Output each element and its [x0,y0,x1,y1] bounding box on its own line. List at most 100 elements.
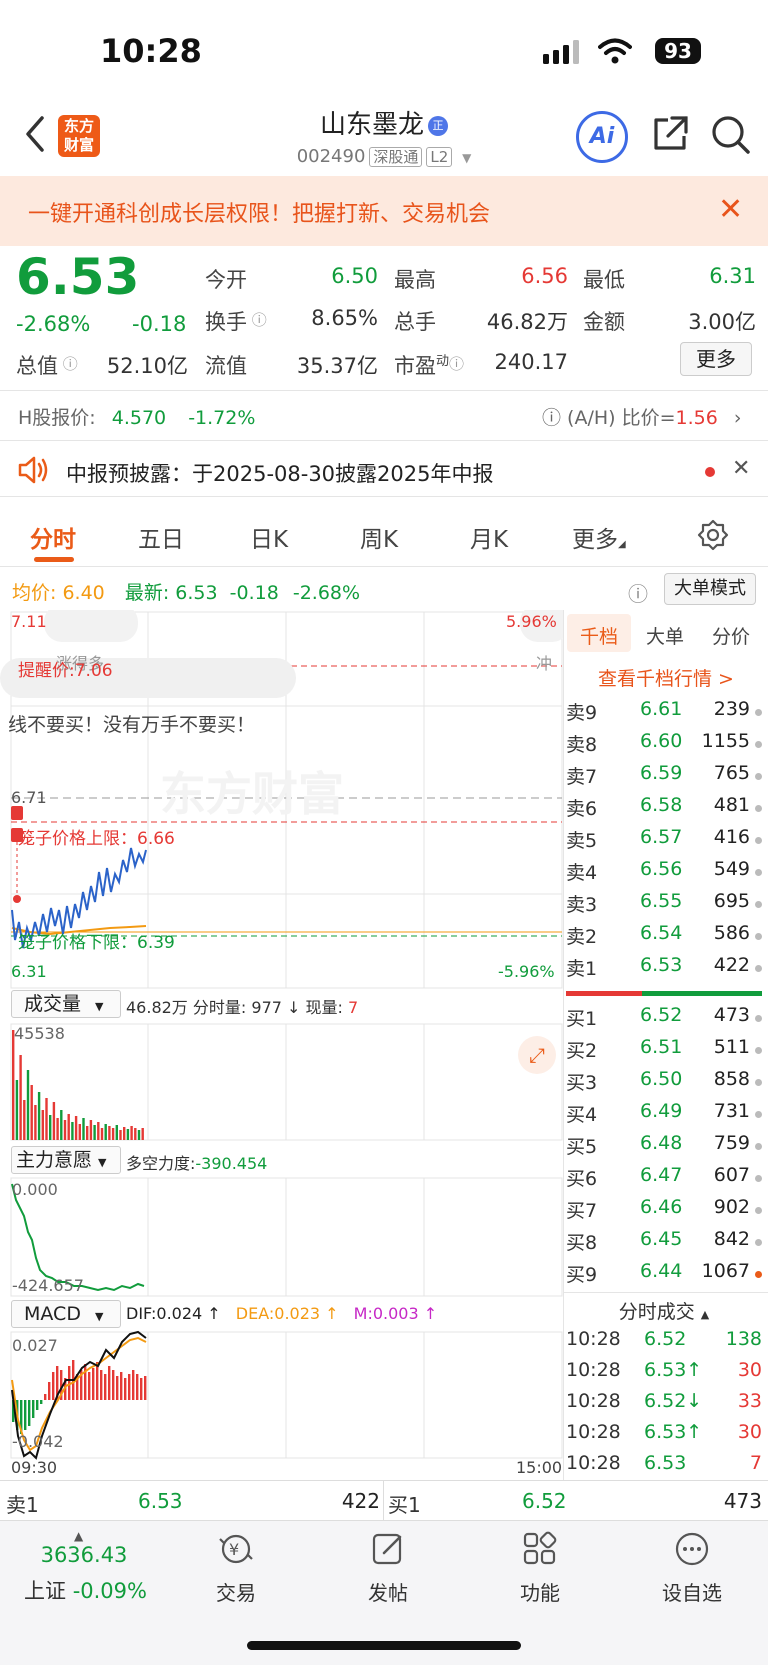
more-quote-button[interactable]: 更多 [680,342,752,376]
bid-row[interactable]: 买8 6.45 842 [566,1228,762,1260]
high-label: 最高 [394,268,436,292]
tab-more[interactable]: 更多◢ [572,520,626,554]
pe-label[interactable]: 市盈动ⓘ [394,350,464,380]
market-cap-value: 52.10亿 [106,354,188,378]
intraday-chart[interactable]: 东方财富 [0,610,564,1480]
tab-five-day[interactable]: 五日 [138,520,184,554]
tab-intraday[interactable]: 分时 [30,520,76,554]
index-summary[interactable]: 上证 -0.09% [24,1575,147,1605]
level-label: 卖7 [566,766,598,788]
banner-close-icon[interactable]: ✕ [718,192,743,227]
level-dot [755,1175,762,1182]
volume-indicator-selector[interactable]: 成交量 ▼ [11,990,121,1018]
ask-row[interactable]: 卖9 6.61 239 [566,698,762,730]
bid-row[interactable]: 买4 6.49 731 [566,1100,762,1132]
level-dot [755,901,762,908]
volume-bar [34,1105,37,1140]
ask-row[interactable]: 卖2 6.54 586 [566,922,762,954]
market-cap-label[interactable]: 总值 ⓘ [16,350,78,380]
trade-icon[interactable]: ¥ [216,1531,256,1567]
current-price: 6.53 [16,248,140,306]
level-qty: 481 [713,794,750,816]
bid-row[interactable]: 买2 6.51 511 [566,1036,762,1068]
mainforce-indicator-selector[interactable]: 主力意愿 ▼ [11,1146,121,1174]
info-icon: ⓘ [247,311,267,329]
volume-bar [137,1130,141,1140]
level-label: 买9 [566,1264,598,1286]
h-share-label: H股报价: [18,407,96,429]
comment-right-text[interactable]: 冲 [536,650,552,674]
low-label: 最低 [583,268,625,292]
h-share-change: -1.72% [188,407,256,429]
nav-add-watchlist[interactable]: 设自选 [637,1577,747,1606]
comment-bubble-left[interactable] [44,610,138,642]
level-dot [755,965,762,972]
tab-big-orders[interactable]: 大单 [646,622,684,649]
intraday-info-row: 均价: 6.40 最新: 6.53 -0.18 -2.68% [12,582,361,604]
notice-unread-dot [705,467,715,477]
macd-indicator-selector[interactable]: MACD ▼ [11,1300,121,1328]
volume-bar [100,1128,104,1140]
search-icon[interactable] [710,114,752,156]
volume-bar [56,1118,59,1140]
tab-price-distribution[interactable]: 分价 [712,622,750,649]
help-icon[interactable]: ⓘ [628,578,648,607]
nav-trade[interactable]: 交易 [181,1577,291,1606]
ask-row[interactable]: 卖8 6.60 1155 [566,730,762,762]
ask-row[interactable]: 卖4 6.56 549 [566,858,762,890]
level-price: 6.60 [640,730,683,752]
divider [0,390,768,391]
share-icon[interactable] [650,114,690,154]
volume-bar [134,1128,137,1140]
chevron-right-icon: › [733,407,742,429]
promo-banner-text[interactable]: 一键开通科创成长层权限！把握打新、交易机会 [28,196,490,228]
view-depth-link[interactable]: 查看千档行情 > [566,664,766,691]
ah-ratio[interactable]: ⓘ (A/H) 比价=1.56 › [542,403,742,430]
nav-functions[interactable]: 功能 [485,1577,595,1606]
more-dots-icon[interactable] [674,1531,710,1567]
best-bid-label: 买1 [388,1493,421,1517]
expand-icon[interactable]: ⤢ [518,1036,556,1074]
h-share-row[interactable]: H股报价: 4.570 -1.72% [18,403,255,430]
notice-text[interactable]: 中报预披露：于2025-08-30披露2025年中报 [66,458,493,488]
level-price: 6.50 [640,1068,683,1090]
tab-weekly-k[interactable]: 周K [360,520,398,554]
ticks-header[interactable]: 分时成交 ▲ [566,1297,762,1324]
volume-bar [19,1055,22,1140]
bid-row[interactable]: 买9 6.44 1067 [566,1260,762,1292]
settings-gear-icon[interactable] [697,519,729,551]
volume-bar [74,1116,78,1140]
comment-main-text[interactable]: 线不要买！没有万手不要买！ [8,710,255,737]
functions-icon[interactable] [522,1531,558,1567]
bid-row[interactable]: 买7 6.46 902 [566,1196,762,1228]
volume-info: 46.82万 分时量: 977 ↓ 现量: 7 [126,998,359,1017]
notice-close-icon[interactable]: ✕ [732,456,750,481]
ask-row[interactable]: 卖6 6.58 481 [566,794,762,826]
ask-row[interactable]: 卖5 6.57 416 [566,826,762,858]
big-order-mode-button[interactable]: 大单模式 [664,573,756,605]
bid-row[interactable]: 买1 6.52 473 [566,1004,762,1036]
ask-row[interactable]: 卖3 6.55 695 [566,890,762,922]
level-label: 卖2 [566,926,598,948]
post-icon[interactable] [370,1531,406,1567]
ask-row[interactable]: 卖7 6.59 765 [566,762,762,794]
level-dot [755,1143,762,1150]
macd-bar [100,1370,103,1400]
tick-qty: 30 [737,1421,762,1443]
bid-row[interactable]: 买5 6.48 759 [566,1132,762,1164]
turnover-label[interactable]: 换手 ⓘ [205,306,267,336]
ai-button[interactable]: Ai [576,111,628,163]
info-icon: ⓘ [449,355,465,373]
tab-orderbook-depth[interactable]: 千档 [580,622,618,649]
tab-daily-k[interactable]: 日K [250,520,288,554]
watermark: 东方财富 [160,767,344,821]
bid-row[interactable]: 买3 6.50 858 [566,1068,762,1100]
nav-post[interactable]: 发帖 [333,1577,443,1606]
ask-row[interactable]: 卖1 6.53 422 [566,954,762,986]
bid-row[interactable]: 买6 6.47 607 [566,1164,762,1196]
index-value[interactable]: 3636.43 [34,1543,134,1567]
tab-monthly-k[interactable]: 月K [470,520,508,554]
tick-time: 10:28 [566,1421,621,1443]
signal-icon [543,40,579,64]
macd-bar [136,1374,139,1400]
